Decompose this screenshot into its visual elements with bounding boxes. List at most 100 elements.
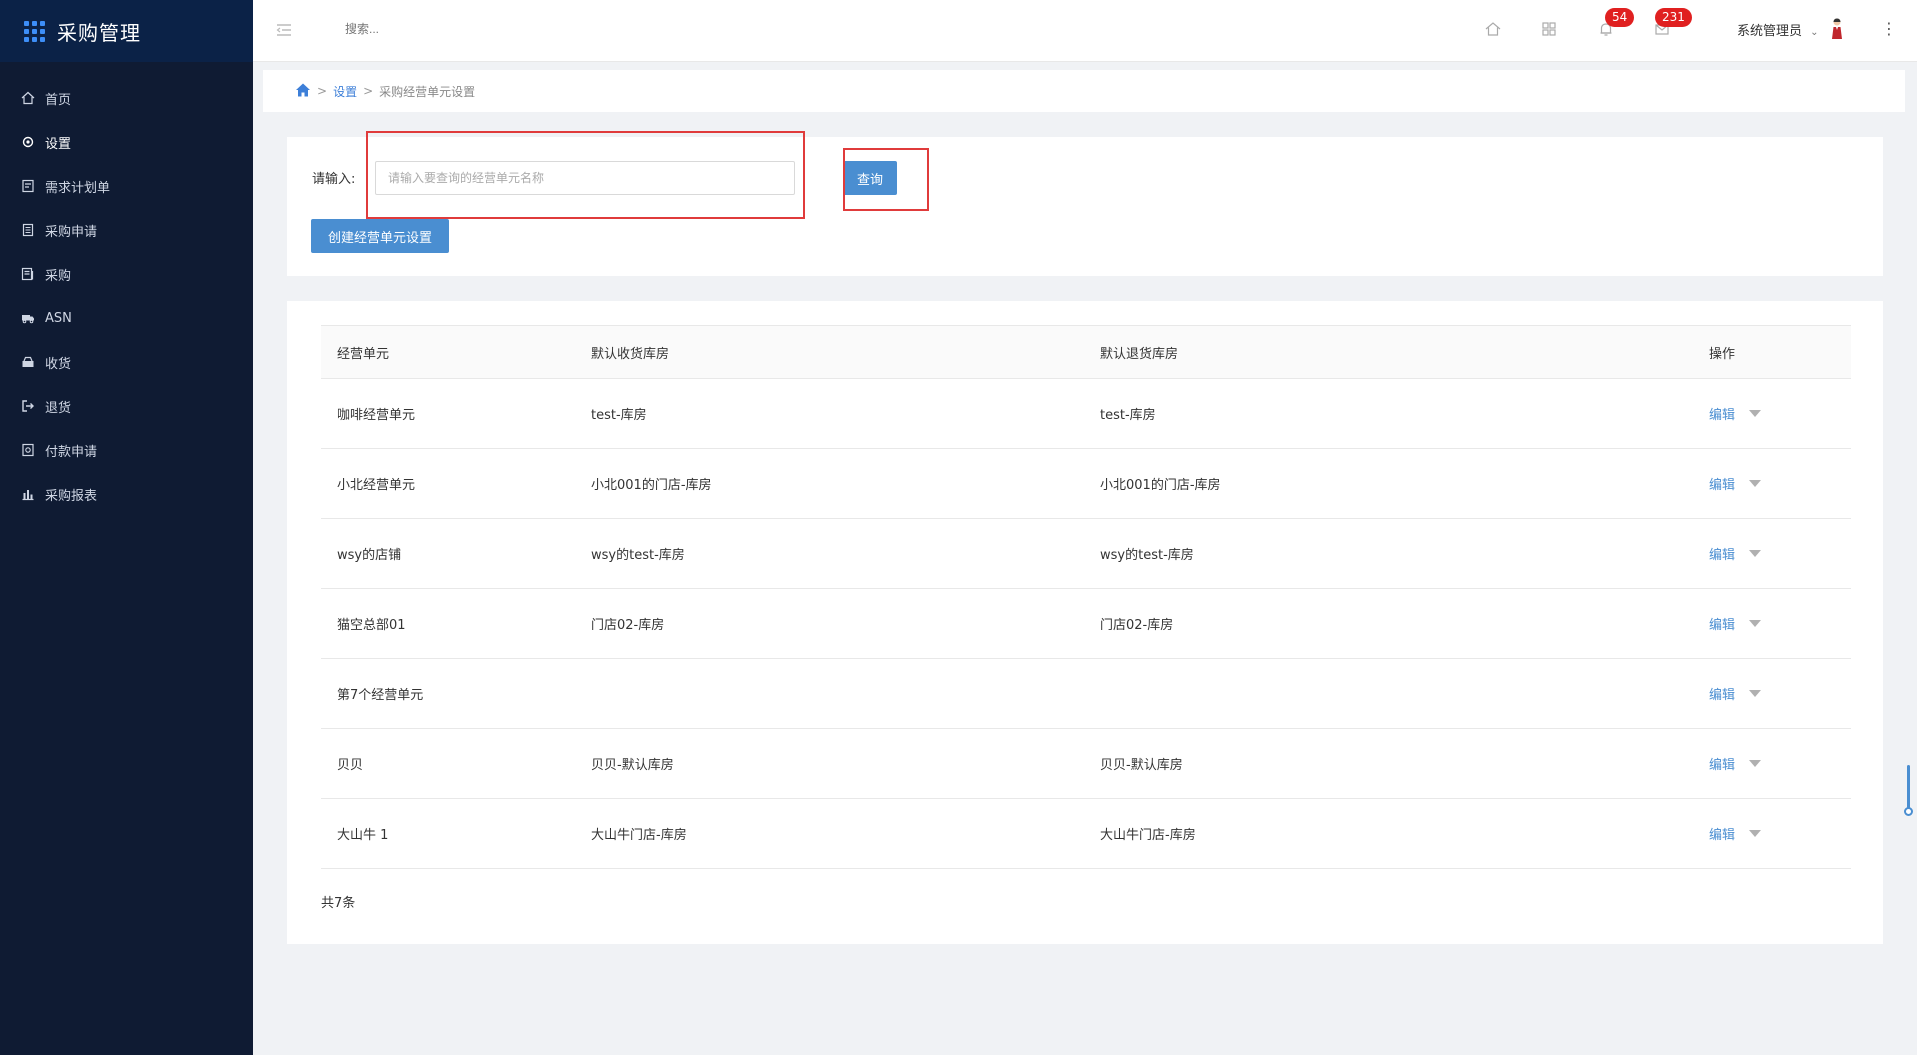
sidebar-item-purchase-report[interactable]: 采购报表: [0, 472, 253, 516]
table-cell-actions: 编辑: [1693, 519, 1851, 589]
table-cell: [1084, 659, 1693, 729]
sidebar: 采购管理 首页 设置 需求计划单 采购申请 采购 ASN 收货 退货 付款申请 …: [0, 0, 253, 1055]
app-title: 采购管理: [57, 20, 141, 45]
table-row: 猫空总部01 门店02-库房 门店02-库房 编辑: [321, 589, 1851, 659]
table-row: 大山牛 1 大山牛门店-库房 大山牛门店-库房 编辑: [321, 799, 1851, 869]
table-cell: 小北001的门店-库房: [591, 478, 712, 493]
caret-down-icon[interactable]: [1749, 550, 1762, 557]
row-actions: 编辑: [1709, 474, 1851, 493]
sidebar-item-label: 收货: [45, 356, 72, 372]
table-cell: wsy的店铺: [337, 548, 402, 563]
table-cell: 贝贝: [337, 758, 364, 773]
caret-down-icon[interactable]: [1749, 690, 1762, 697]
breadcrumb: > 设置 > 采购经营单元设置: [263, 70, 1905, 112]
table-cell-actions: 编辑: [1693, 729, 1851, 799]
return-icon: [21, 399, 35, 413]
table-cell-actions: 编辑: [1693, 379, 1851, 449]
caret-down-icon[interactable]: [1749, 830, 1762, 837]
menu-toggle-icon[interactable]: [275, 21, 293, 39]
breadcrumb-item-current: 采购经营单元设置: [379, 84, 476, 99]
list-icon: [21, 267, 35, 281]
table-cell: 贝贝-默认库房: [591, 758, 674, 773]
payment-icon: [21, 443, 35, 457]
table-row: 贝贝 贝贝-默认库房 贝贝-默认库房 编辑: [321, 729, 1851, 799]
app-logo[interactable]: 采购管理: [0, 0, 253, 62]
edit-link[interactable]: 编辑: [1709, 684, 1735, 703]
create-business-unit-button[interactable]: 创建经营单元设置: [311, 219, 449, 253]
highlight-box-input: [366, 131, 805, 219]
caret-down-icon[interactable]: [1749, 480, 1762, 487]
sidebar-item-demand-plan[interactable]: 需求计划单: [0, 164, 253, 208]
sidebar-item-asn[interactable]: ASN: [0, 296, 253, 340]
sidebar-item-label: 退货: [45, 400, 72, 416]
table-header-row: 经营单元 默认收货库房 默认退货库房 操作: [321, 325, 1851, 379]
table-cell: test-库房: [591, 408, 647, 423]
home-icon: [21, 91, 35, 105]
table-cell: wsy的test-库房: [1100, 548, 1194, 563]
sidebar-item-label: 采购: [45, 268, 72, 284]
sidebar-item-payment-request[interactable]: 付款申请: [0, 428, 253, 472]
caret-down-icon[interactable]: [1749, 620, 1762, 627]
more-vertical-icon[interactable]: ⋮: [1881, 19, 1897, 38]
sidebar-item-label: 设置: [45, 136, 72, 152]
table-cell: wsy的test-库房: [591, 548, 685, 563]
edit-link[interactable]: 编辑: [1709, 754, 1735, 773]
row-actions: 编辑: [1709, 544, 1851, 563]
table-cell: 小北经营单元: [337, 478, 416, 493]
table-cell: 咖啡经营单元: [337, 408, 416, 423]
row-actions: 编辑: [1709, 824, 1851, 843]
bar-chart-icon: [21, 487, 35, 501]
breadcrumb-item-settings[interactable]: 设置: [333, 83, 357, 100]
table-cell-actions: 编辑: [1693, 449, 1851, 519]
breadcrumb-separator: >: [363, 84, 374, 98]
table-cell: 大山牛门店-库房: [591, 828, 687, 843]
edit-link[interactable]: 编辑: [1709, 544, 1735, 563]
grid-icon[interactable]: [1540, 20, 1558, 38]
row-actions: 编辑: [1709, 404, 1851, 423]
row-actions: 编辑: [1709, 614, 1851, 633]
caret-down-icon[interactable]: [1749, 410, 1762, 417]
top-header: 54 231 系统管理员 ⌄ ⋮: [253, 0, 1917, 62]
sidebar-item-settings[interactable]: 设置: [0, 120, 253, 164]
sidebar-item-label: ASN: [45, 310, 72, 326]
search-input[interactable]: [345, 22, 545, 36]
row-actions: 编辑: [1709, 754, 1851, 773]
table-cell: 小北001的门店-库房: [1100, 478, 1221, 493]
table-cell: 大山牛门店-库房: [1100, 828, 1196, 843]
sidebar-item-purchase[interactable]: 采购: [0, 252, 253, 296]
edit-link[interactable]: 编辑: [1709, 614, 1735, 633]
caret-down-icon[interactable]: [1749, 760, 1762, 767]
sidebar-item-returns[interactable]: 退货: [0, 384, 253, 428]
avatar[interactable]: [1830, 17, 1844, 41]
filter-panel: 请输入: 查询 创建经营单元设置: [287, 131, 1883, 276]
sidebar-item-home[interactable]: 首页: [0, 76, 253, 120]
highlight-box-query: [843, 148, 929, 211]
gear-icon: [21, 135, 35, 149]
edit-link[interactable]: 编辑: [1709, 824, 1735, 843]
home-icon[interactable]: [295, 82, 311, 101]
table-row: 第7个经营单元 编辑: [321, 659, 1851, 729]
edit-link[interactable]: 编辑: [1709, 474, 1735, 493]
sidebar-item-receiving[interactable]: 收货: [0, 340, 253, 384]
user-menu[interactable]: 系统管理员 ⌄: [1737, 20, 1819, 39]
table-panel: 经营单元 默认收货库房 默认退货库房 操作 咖啡经营单元 test-库房 test-…: [287, 301, 1883, 944]
table-cell-actions: 编辑: [1693, 589, 1851, 659]
edit-link[interactable]: 编辑: [1709, 404, 1735, 423]
clipboard-icon: [21, 223, 35, 237]
home-icon[interactable]: [1484, 20, 1502, 38]
table-cell: 贝贝-默认库房: [1100, 758, 1183, 773]
apps-grid-icon: [24, 20, 45, 42]
messages-badge: 231: [1655, 8, 1692, 27]
sidebar-nav: 首页 设置 需求计划单 采购申请 采购 ASN 收货 退货 付款申请 采购报表: [0, 76, 253, 516]
sidebar-item-label: 采购报表: [45, 488, 98, 504]
user-name: 系统管理员: [1737, 24, 1803, 39]
filter-label: 请输入:: [312, 172, 356, 187]
table-cell: 门店02-库房: [1100, 618, 1174, 633]
sidebar-item-purchase-request[interactable]: 采购申请: [0, 208, 253, 252]
table-row: 小北经营单元 小北001的门店-库房 小北001的门店-库房 编辑: [321, 449, 1851, 519]
column-header: 操作: [1709, 346, 1736, 362]
truck-icon: [21, 311, 35, 325]
scrollbar-handle[interactable]: [1904, 807, 1913, 816]
chevron-down-icon: ⌄: [1810, 27, 1819, 38]
breadcrumb-separator: >: [317, 84, 328, 98]
